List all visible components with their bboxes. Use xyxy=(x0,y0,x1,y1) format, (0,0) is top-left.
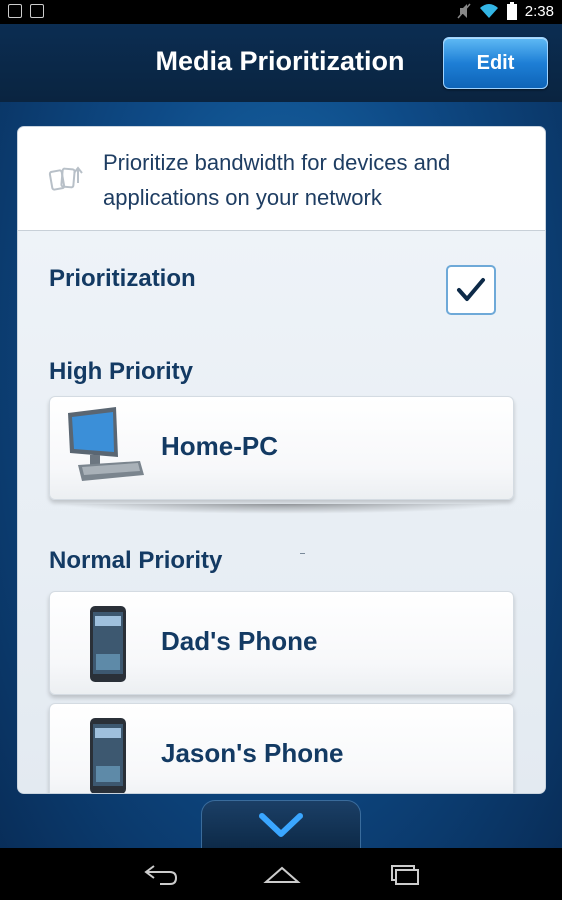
high-priority-title: High Priority xyxy=(49,358,194,385)
device-row-jasons-phone[interactable]: Jason's Phone xyxy=(49,703,514,793)
image-notification-icon xyxy=(30,4,44,18)
battery-icon xyxy=(506,2,517,20)
normal-priority-title: Normal Priority xyxy=(49,547,223,574)
desktop-computer-icon xyxy=(68,407,144,481)
edit-button[interactable]: Edit xyxy=(443,37,548,89)
notification-1-icon xyxy=(8,4,22,18)
mute-icon xyxy=(457,3,471,19)
prioritize-icon xyxy=(48,166,83,191)
wifi-icon xyxy=(479,4,498,18)
expand-tab[interactable] xyxy=(201,800,361,848)
prioritization-card: Prioritize bandwidth for devices and app… xyxy=(17,126,546,794)
app-header: Media Prioritization Edit xyxy=(0,24,562,102)
prioritization-checkbox[interactable] xyxy=(446,265,496,315)
smartphone-icon xyxy=(90,606,126,682)
recent-apps-icon[interactable] xyxy=(384,862,424,886)
chevron-down-icon xyxy=(259,812,303,837)
device-row-dads-phone[interactable]: Dad's Phone xyxy=(49,591,514,695)
device-shadow xyxy=(60,504,505,514)
home-icon[interactable] xyxy=(262,862,302,886)
prioritization-label: Prioritization xyxy=(49,265,196,292)
navigation-bar xyxy=(0,848,562,900)
status-time: 2:38 xyxy=(524,2,554,20)
device-name: Dad's Phone xyxy=(161,626,318,656)
device-row-home-pc[interactable]: Home-PC xyxy=(49,396,514,500)
settings-body: Prioritization High Priority Home-PC Nor… xyxy=(18,231,545,793)
divider-mark xyxy=(300,553,305,554)
intro-panel: Prioritize bandwidth for devices and app… xyxy=(18,127,545,231)
back-icon[interactable] xyxy=(140,862,180,886)
device-name: Jason's Phone xyxy=(161,738,344,768)
intro-description: Prioritize bandwidth for devices and app… xyxy=(103,150,451,210)
checkmark-icon xyxy=(457,278,485,301)
smartphone-icon xyxy=(90,718,126,793)
status-bar: 2:38 xyxy=(0,0,562,24)
device-name: Home-PC xyxy=(161,431,279,461)
